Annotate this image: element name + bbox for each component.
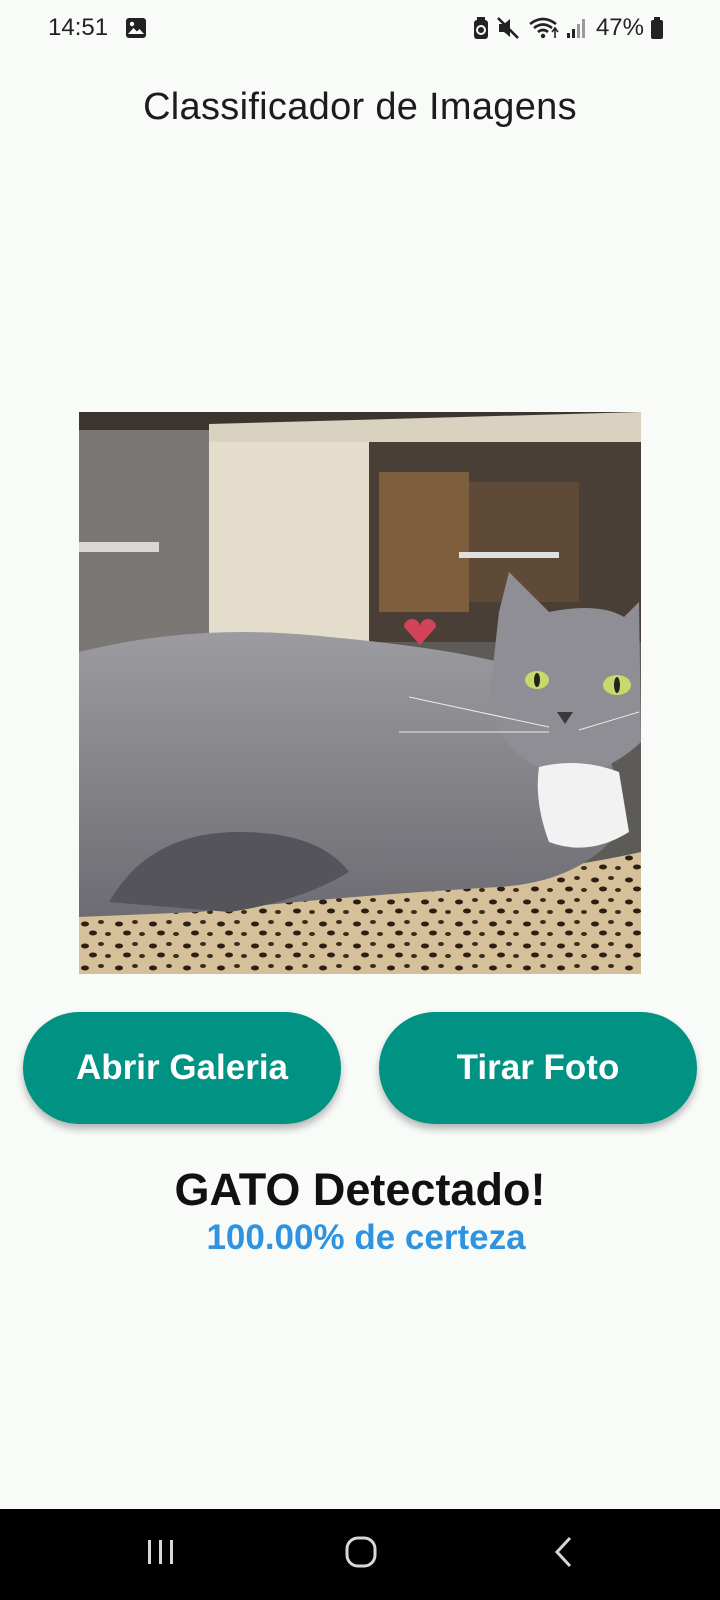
- battery-saver-icon: [472, 16, 490, 40]
- recents-button[interactable]: [91, 1509, 231, 1600]
- home-icon: [345, 1536, 377, 1573]
- back-icon: [553, 1536, 575, 1573]
- battery-icon: [650, 16, 664, 40]
- status-time: 14:51: [48, 14, 109, 41]
- signal-icon: [566, 16, 588, 40]
- result-title: GATO Detectado!: [174, 1164, 546, 1215]
- result-confidence: 100.00% de certeza: [206, 1218, 526, 1257]
- wifi-icon: [528, 16, 560, 40]
- image-icon: [125, 17, 147, 44]
- navigation-bar: [0, 1509, 720, 1600]
- recents-icon: [146, 1538, 176, 1571]
- status-icons: 47%: [472, 14, 664, 42]
- battery-percent: 47%: [595, 14, 644, 41]
- mute-icon: [496, 16, 522, 40]
- back-button[interactable]: [494, 1509, 634, 1600]
- take-photo-button[interactable]: Tirar Foto: [379, 1012, 697, 1124]
- home-button[interactable]: [291, 1509, 431, 1600]
- status-bar: 14:51 47%: [0, 0, 720, 56]
- photo-cat: [79, 412, 641, 974]
- app-title: Classificador de Imagens: [143, 86, 577, 128]
- open-gallery-button[interactable]: Abrir Galeria: [23, 1012, 341, 1124]
